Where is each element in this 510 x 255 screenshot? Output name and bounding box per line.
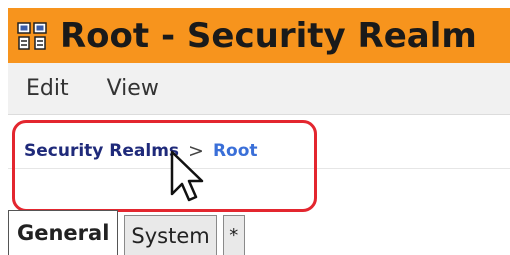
content-area: Security Realms > Root General System * [8, 116, 510, 255]
highlight-annotation-ring [12, 120, 317, 212]
server-cluster-icon [14, 18, 50, 54]
title-bar: Root - Security Realm [8, 8, 510, 63]
mouse-pointer-icon [168, 150, 208, 206]
tab-more[interactable]: * [222, 215, 245, 255]
menu-bar: Edit View [8, 63, 510, 115]
tab-general[interactable]: General [8, 210, 119, 255]
window-title: Root - Security Realm [60, 15, 477, 56]
menu-view[interactable]: View [107, 76, 159, 101]
menu-edit[interactable]: Edit [26, 76, 69, 101]
tab-system[interactable]: System [124, 215, 217, 255]
tab-strip: General System * [8, 209, 510, 255]
app-window: Root - Security Realm Edit View Security… [0, 0, 510, 255]
